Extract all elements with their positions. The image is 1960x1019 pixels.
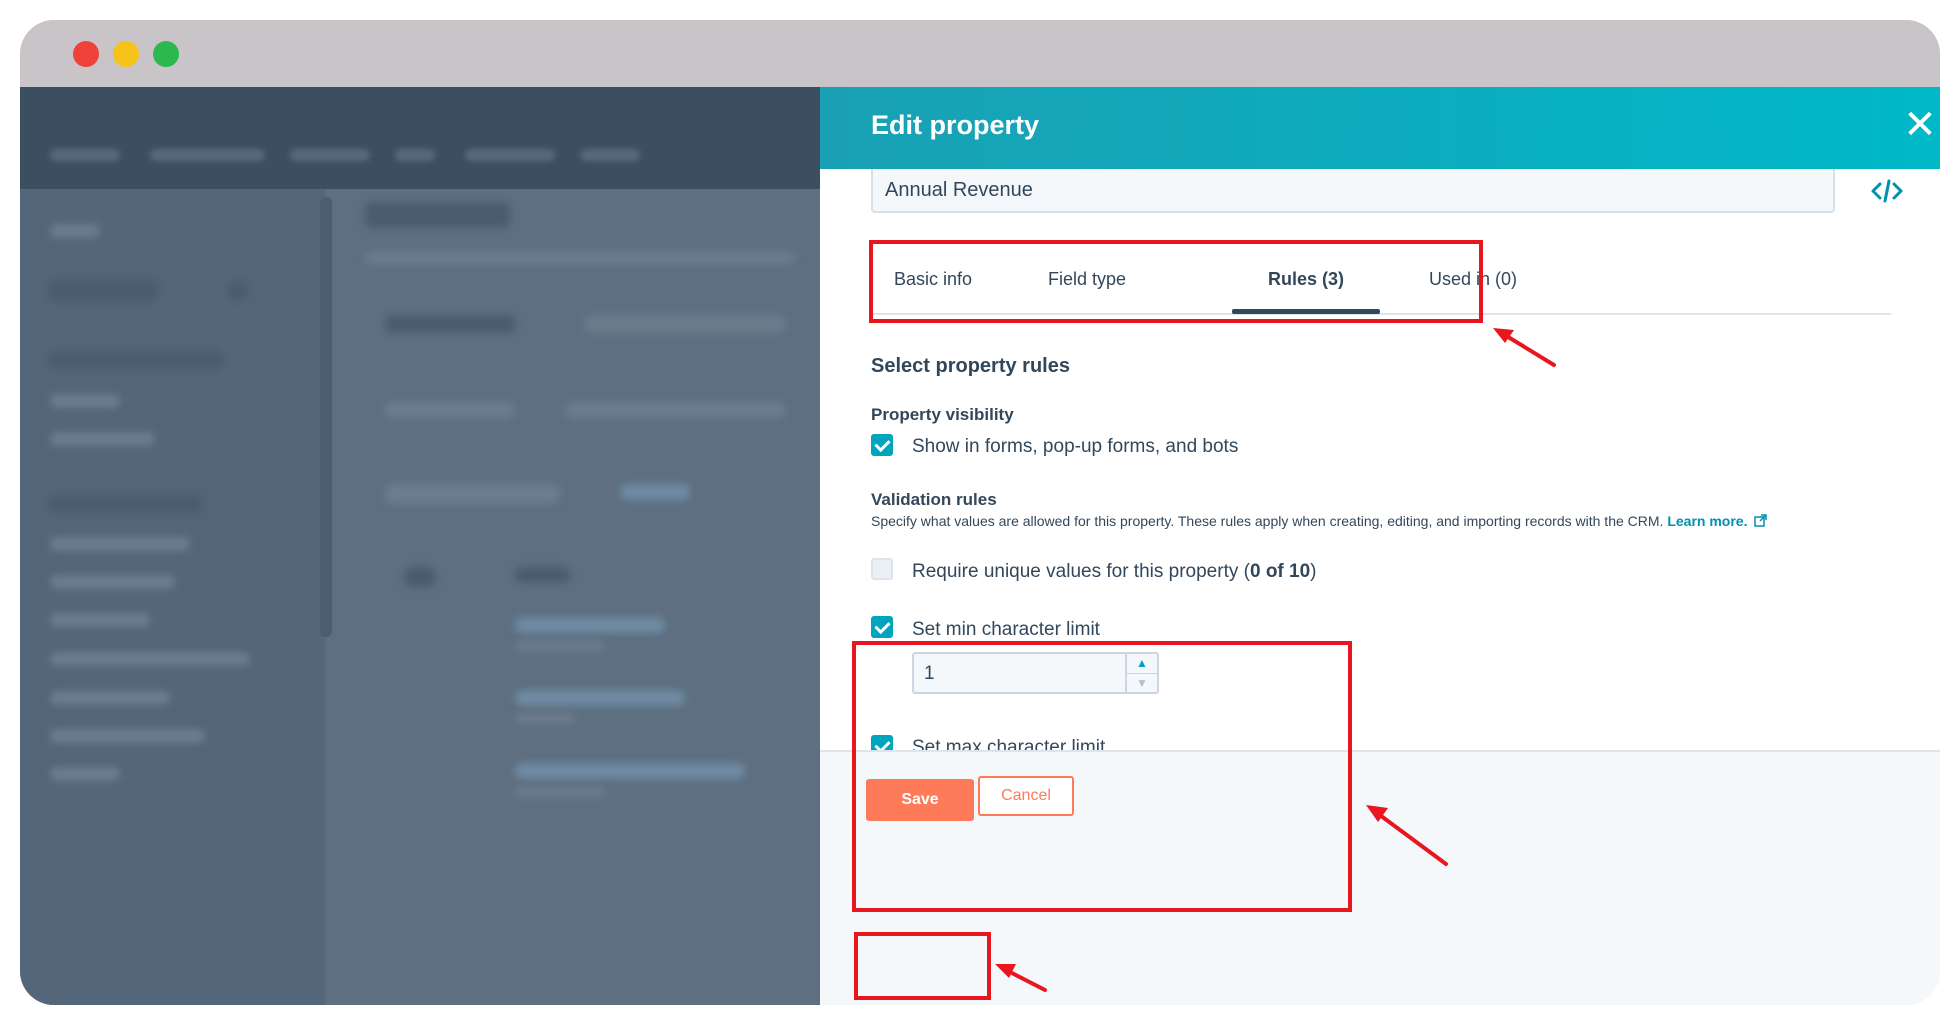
page-placeholder bbox=[565, 402, 785, 418]
page-placeholder bbox=[365, 202, 510, 228]
sidebar-placeholder bbox=[48, 495, 203, 513]
unique-values-checkbox[interactable] bbox=[871, 558, 893, 580]
min-limit-checkbox[interactable] bbox=[871, 616, 893, 638]
external-link-icon[interactable] bbox=[1754, 514, 1768, 527]
learn-more-link[interactable]: Learn more. bbox=[1667, 513, 1768, 529]
sidebar-placeholder bbox=[50, 394, 120, 408]
maximize-window-icon[interactable] bbox=[153, 41, 179, 67]
background-app-blurred bbox=[20, 87, 820, 1005]
cancel-button[interactable]: Cancel bbox=[978, 776, 1074, 816]
drawer-title: Edit property bbox=[871, 110, 1040, 140]
page-placeholder bbox=[515, 714, 575, 724]
tab-field-type[interactable]: Field type bbox=[1011, 257, 1163, 313]
chevron-down-icon[interactable]: ▼ bbox=[1127, 673, 1157, 693]
sidebar-placeholder bbox=[48, 279, 158, 301]
sidebar-placeholder bbox=[50, 729, 205, 743]
page-placeholder bbox=[515, 787, 605, 797]
background-top-nav bbox=[20, 87, 820, 189]
page-placeholder bbox=[515, 617, 665, 633]
show-in-forms-checkbox[interactable] bbox=[871, 434, 893, 456]
min-limit-input[interactable]: 1 ▲ ▼ bbox=[912, 652, 1159, 694]
property-tabs: Basic info Field type Rules (3) Used in … bbox=[871, 257, 1891, 315]
sidebar-placeholder bbox=[50, 537, 190, 551]
unique-label-count: 0 of 10 bbox=[1249, 561, 1311, 582]
sidebar-placeholder bbox=[48, 351, 223, 369]
nav-placeholder bbox=[150, 149, 265, 161]
unique-label-prefix: Require unique values for this property … bbox=[912, 561, 1250, 582]
nav-placeholder bbox=[465, 149, 555, 161]
page-placeholder bbox=[515, 763, 745, 779]
min-limit-label[interactable]: Set min character limit bbox=[912, 619, 1100, 641]
tab-rules[interactable]: Rules (3) bbox=[1232, 257, 1380, 313]
section-title: Select property rules bbox=[871, 355, 1070, 377]
nav-placeholder bbox=[290, 149, 370, 161]
property-name-input[interactable] bbox=[871, 169, 1835, 213]
save-button[interactable]: Save bbox=[866, 779, 974, 821]
chevron-up-icon[interactable]: ▲ bbox=[1127, 654, 1157, 673]
nav-placeholder bbox=[50, 149, 120, 161]
visibility-heading: Property visibility bbox=[871, 405, 1014, 424]
min-limit-value[interactable]: 1 bbox=[924, 663, 935, 685]
page-placeholder bbox=[515, 690, 685, 706]
learn-more-label[interactable]: Learn more. bbox=[1667, 513, 1747, 529]
tab-basic-info[interactable]: Basic info bbox=[871, 257, 995, 313]
page-placeholder bbox=[405, 567, 435, 587]
nav-placeholder bbox=[580, 149, 640, 161]
nav-placeholder bbox=[395, 149, 435, 161]
sidebar-placeholder bbox=[50, 575, 175, 589]
unique-label-suffix: ) bbox=[1310, 561, 1317, 582]
page-placeholder bbox=[385, 484, 560, 504]
page-placeholder bbox=[585, 315, 785, 333]
validation-heading: Validation rules bbox=[871, 490, 997, 509]
page-placeholder bbox=[620, 484, 690, 500]
close-icon[interactable]: ✕ bbox=[1900, 105, 1940, 145]
background-scrollbar bbox=[320, 197, 332, 637]
active-tab-indicator bbox=[1232, 309, 1380, 314]
sidebar-placeholder bbox=[50, 691, 170, 705]
close-window-icon[interactable] bbox=[73, 41, 99, 67]
drawer-header: Edit property ✕ bbox=[820, 87, 1940, 169]
page-placeholder bbox=[365, 252, 795, 264]
page-placeholder bbox=[515, 567, 570, 583]
sidebar-placeholder bbox=[50, 767, 120, 781]
sidebar-placeholder bbox=[50, 652, 250, 666]
sidebar-placeholder bbox=[50, 432, 155, 446]
browser-window: Edit property ✕ Basic info Field type Ru… bbox=[20, 20, 1940, 1005]
tab-used-in[interactable]: Used in (0) bbox=[1399, 257, 1547, 313]
sidebar-placeholder bbox=[50, 224, 100, 238]
page-placeholder bbox=[515, 641, 605, 651]
unique-values-label[interactable]: Require unique values for this property … bbox=[912, 561, 1317, 583]
code-icon[interactable] bbox=[1870, 177, 1904, 205]
edit-property-drawer: Edit property ✕ Basic info Field type Ru… bbox=[820, 87, 1940, 1005]
sidebar-placeholder bbox=[50, 613, 150, 627]
minimize-window-icon[interactable] bbox=[113, 41, 139, 67]
sidebar-placeholder bbox=[228, 282, 248, 300]
min-limit-stepper[interactable]: ▲ ▼ bbox=[1125, 654, 1157, 692]
validation-help-text: Specify what values are allowed for this… bbox=[871, 511, 1911, 532]
page-placeholder bbox=[385, 402, 515, 418]
window-titlebar bbox=[20, 20, 1940, 87]
validation-help-body: Specify what values are allowed for this… bbox=[871, 513, 1664, 529]
page-placeholder bbox=[385, 315, 515, 333]
background-sidebar bbox=[20, 189, 325, 1005]
show-in-forms-label[interactable]: Show in forms, pop-up forms, and bots bbox=[912, 436, 1238, 458]
